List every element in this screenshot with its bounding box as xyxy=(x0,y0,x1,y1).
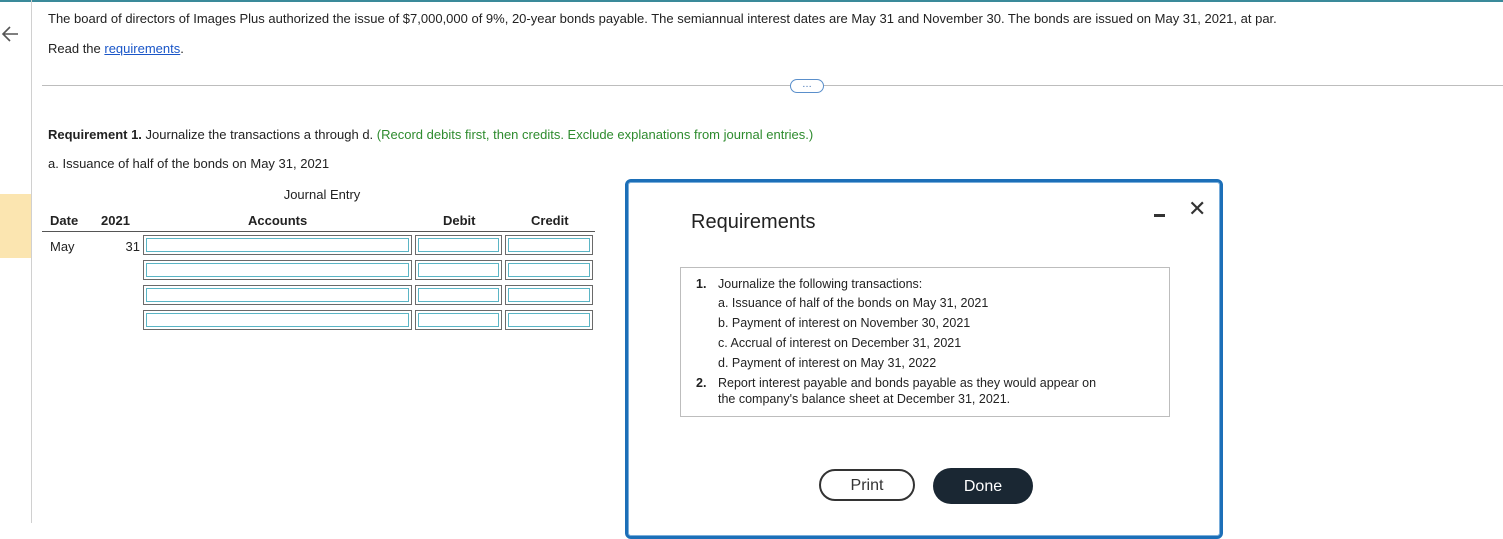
top-border xyxy=(0,0,1503,2)
instruction-hint: (Record debits first, then credits. Excl… xyxy=(376,127,814,142)
debit-input[interactable] xyxy=(415,260,502,280)
back-arrow-icon[interactable] xyxy=(0,22,22,46)
entry-day: 31 xyxy=(125,239,140,254)
requirements-link[interactable]: requirements xyxy=(104,41,180,56)
journal-entry-title: Journal Entry xyxy=(283,187,361,202)
list-item: c. Accrual of interest on December 31, 2… xyxy=(718,336,962,350)
list-item: the company's balance sheet at December … xyxy=(718,392,1011,406)
header-accounts: Accounts xyxy=(248,213,308,228)
header-year: 2021 xyxy=(101,213,130,228)
credit-input[interactable] xyxy=(505,285,593,305)
read-requirements-line: Read the requirements. xyxy=(48,41,184,56)
list-item: Report interest payable and bonds payabl… xyxy=(718,376,1097,390)
account-input[interactable] xyxy=(143,310,412,330)
credit-input[interactable] xyxy=(505,235,593,255)
done-button[interactable]: Done xyxy=(933,468,1033,504)
print-button[interactable]: Print xyxy=(819,469,915,501)
req-number: 2. xyxy=(696,376,707,390)
header-credit: Credit xyxy=(531,213,569,228)
debit-input[interactable] xyxy=(415,310,502,330)
requirements-list: 1. Journalize the following transactions… xyxy=(680,267,1170,417)
left-gutter-divider xyxy=(31,0,32,523)
credit-input[interactable] xyxy=(505,260,593,280)
requirement-instruction: Requirement 1. Journalize the transactio… xyxy=(48,127,814,142)
close-icon[interactable]: ✕ xyxy=(1188,198,1206,220)
req-number: 1. xyxy=(696,277,707,291)
credit-input[interactable] xyxy=(505,310,593,330)
modal-title: Requirements xyxy=(691,211,816,233)
debit-input[interactable] xyxy=(415,235,502,255)
account-input[interactable] xyxy=(143,235,412,255)
list-item: a. Issuance of half of the bonds on May … xyxy=(718,296,989,310)
header-date: Date xyxy=(50,213,79,228)
subpart-label: a. Issuance of half of the bonds on May … xyxy=(48,156,330,171)
expand-more-button[interactable]: … xyxy=(790,79,824,93)
problem-statement: The board of directors of Images Plus au… xyxy=(48,11,1277,26)
account-input[interactable] xyxy=(143,260,412,280)
requirements-modal: Requirements ✕ 1. Journalize the followi… xyxy=(625,179,1223,539)
list-item: b. Payment of interest on November 30, 2… xyxy=(718,316,971,330)
debit-input[interactable] xyxy=(415,285,502,305)
account-input[interactable] xyxy=(143,285,412,305)
section-divider xyxy=(42,85,1503,86)
minimize-icon[interactable] xyxy=(1154,208,1166,220)
header-rule xyxy=(42,231,595,232)
header-debit: Debit xyxy=(443,213,476,228)
question-marker-tab xyxy=(0,194,31,258)
list-item: d. Payment of interest on May 31, 2022 xyxy=(718,356,937,370)
list-item: Journalize the following transactions: xyxy=(718,277,923,291)
entry-month: May xyxy=(50,239,75,254)
